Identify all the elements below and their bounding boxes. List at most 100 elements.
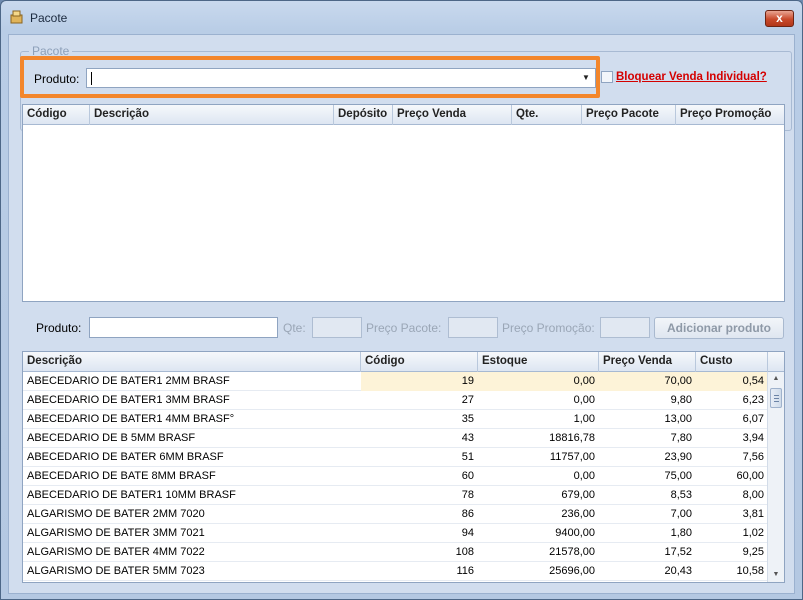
table-row[interactable]: ABECEDARIO DE BATER 6MM BRASF 51 11757,00 2… [23,448,768,467]
preco-venda-cell: 17,52 [664,546,692,558]
client-area: Pacote Produto: ▼ Bloquear Venda Individ… [8,34,795,594]
scroll-down-icon[interactable]: ▼ [768,568,784,582]
estoque-cell: 679,00 [561,489,595,501]
estoque-cell: 21578,00 [549,546,595,558]
estoque-cell: 18816,78 [549,432,595,444]
text-caret [91,72,92,85]
custo-cell: 1,02 [742,527,764,539]
col-preco-venda[interactable]: Preço Venda [393,105,512,125]
preco-venda-cell: 7,00 [670,508,692,520]
col-estoque[interactable]: Estoque [478,352,599,372]
custo-cell: 0,54 [696,372,768,391]
col-custo[interactable]: Custo [696,352,768,372]
estoque-cell: 0,00 [478,372,599,391]
estoque-cell: 236,00 [561,508,595,520]
col-descricao[interactable]: Descrição [90,105,334,125]
estoque-cell: 0,00 [573,470,595,482]
add-produto-label: Produto: [36,321,82,335]
vertical-scrollbar[interactable]: ▲ ▼ [767,372,784,582]
custo-cell: 10,58 [736,565,764,577]
codigo-cell: 35 [461,413,474,425]
product-grid-header: Descrição Código Estoque Preço Venda Cus… [23,352,784,372]
descricao-cell: ALGARISMO DE BATER 2MM 7020 [27,508,205,520]
table-row[interactable]: ABECEDARIO DE BATER1 3MM BRASF 27 0,00 9,80… [23,391,768,410]
codigo-cell: 51 [461,451,474,463]
preco-promocao-input[interactable] [600,317,650,338]
descricao-cell: ALGARISMO DE BATER 5MM 7023 [27,565,205,577]
preco-pacote-label: Preço Pacote: [366,321,442,335]
estoque-cell: 1,00 [573,413,595,425]
preco-pacote-input[interactable] [448,317,498,338]
estoque-cell: 25696,00 [549,565,595,577]
table-row[interactable]: ABECEDARIO DE BATE 8MM BRASF 60 0,00 75,00 6… [23,467,768,486]
pacote-grid-header: Código Descrição Depósito Preço Venda Qt… [23,105,784,125]
preco-venda-cell: 1,80 [670,527,692,539]
table-row[interactable]: ABECEDARIO DE BATER1 2MM BRASF 19 0,00 70,0… [23,372,768,391]
col-preco-venda[interactable]: Preço Venda [599,352,696,372]
custo-cell: 3,81 [742,508,764,520]
codigo-cell: 108 [455,546,474,558]
title-bar: Pacote x [1,1,802,35]
preco-venda-cell: 23,90 [664,451,692,463]
pacote-window: Pacote x Pacote Produto: ▼ Bloquear Vend… [0,0,803,600]
table-row[interactable]: ABECEDARIO DE BATER1 10MM BRASF 78 679,00 8… [23,486,768,505]
table-row[interactable]: ALGARISMO DE BATER 4MM 7022 108 21578,00 17… [23,543,768,562]
bloquear-checkbox[interactable] [601,71,613,83]
descricao-cell: ABECEDARIO DE BATER 6MM BRASF [27,451,224,463]
codigo-cell: 19 [361,372,478,391]
table-row[interactable]: ALGARISMO DE BATER 5MM 7023 116 25696,00 20… [23,562,768,581]
table-row[interactable]: ALGARISMO DE BATER 2MM 7020 86 236,00 7,00 3… [23,505,768,524]
descricao-cell: ABECEDARIO DE BATE 8MM BRASF [27,470,216,482]
preco-venda-cell: 20,43 [664,565,692,577]
codigo-cell: 27 [461,394,474,406]
custo-cell: 3,94 [742,432,764,444]
col-codigo[interactable]: Código [23,105,90,125]
dropdown-arrow-icon[interactable]: ▼ [579,70,593,86]
scroll-thumb[interactable] [770,388,782,408]
produto-label: Produto: [34,72,80,86]
descricao-cell: ABECEDARIO DE BATER1 3MM BRASF [27,394,230,406]
pacote-items-grid[interactable]: Código Descrição Depósito Preço Venda Qt… [22,104,785,302]
col-codigo[interactable]: Código [361,352,478,372]
custo-cell: 6,07 [742,413,764,425]
adicionar-produto-button[interactable]: Adicionar produto [654,317,784,339]
scroll-up-icon[interactable]: ▲ [768,372,784,386]
produto-combobox[interactable]: ▼ [86,68,596,88]
preco-venda-cell: 75,00 [664,470,692,482]
preco-venda-cell: 8,53 [670,489,692,501]
preco-venda-cell: 9,80 [670,394,692,406]
custo-cell: 7,56 [742,451,764,463]
descricao-cell: ABECEDARIO DE B 5MM BRASF [27,432,196,444]
col-preco-pacote[interactable]: Preço Pacote [582,105,676,125]
product-grid[interactable]: Descrição Código Estoque Preço Venda Cus… [22,351,785,583]
descricao-cell: ALGARISMO DE BATER 4MM 7022 [27,546,205,558]
descricao-cell: ALGARISMO DE BATER 3MM 7021 [27,527,205,539]
window-title: Pacote [30,11,68,25]
codigo-cell: 86 [461,508,474,520]
custo-cell: 9,25 [742,546,764,558]
preco-venda-cell: 13,00 [664,413,692,425]
descricao-cell: ABECEDARIO DE BATER1 4MM BRASF° [27,413,235,425]
col-descricao[interactable]: Descrição [23,352,361,372]
table-row[interactable]: ABECEDARIO DE BATER1 4MM BRASF° 35 1,00 13,… [23,410,768,429]
codigo-cell: 116 [456,565,474,577]
custo-cell: 6,23 [742,394,764,406]
estoque-cell: 9400,00 [555,527,595,539]
col-deposito[interactable]: Depósito [334,105,393,125]
custo-cell: 8,00 [742,489,764,501]
table-row[interactable]: ALGARISMO DE BATER 3MM 7021 94 9400,00 1,80… [23,524,768,543]
estoque-cell: 11757,00 [549,451,595,463]
qte-label: Qte: [283,321,306,335]
preco-promocao-label: Preço Promoção: [502,321,595,335]
close-button[interactable]: x [765,10,794,27]
preco-venda-cell: 70,00 [599,372,696,391]
codigo-cell: 94 [461,527,474,539]
col-qte[interactable]: Qte. [512,105,582,125]
codigo-cell: 60 [461,470,474,482]
qte-input[interactable] [312,317,362,338]
col-preco-promocao[interactable]: Preço Promoção [676,105,784,125]
custo-cell: 60,00 [736,470,764,482]
table-row[interactable]: ABECEDARIO DE B 5MM BRASF 43 18816,78 7,80 3… [23,429,768,448]
bloquear-venda-link[interactable]: Bloquear Venda Individual? [616,71,767,83]
add-produto-input[interactable] [89,317,278,338]
